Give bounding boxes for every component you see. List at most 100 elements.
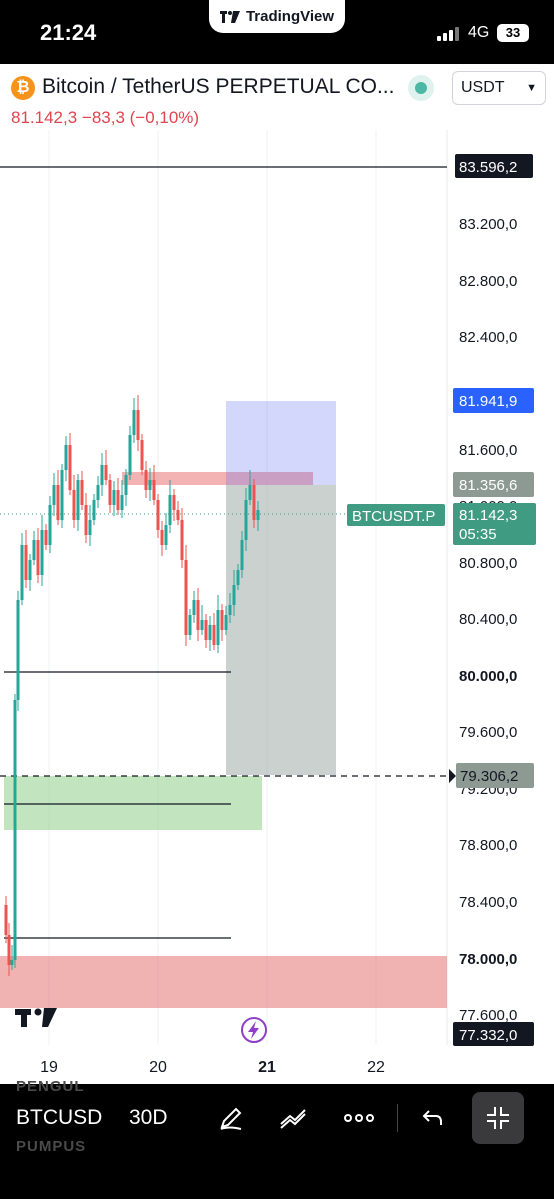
more-icon: [344, 1114, 374, 1122]
trend-lines-icon: [280, 1109, 306, 1129]
candle-body: [184, 560, 188, 635]
green-demand-zone[interactable]: [4, 776, 262, 830]
candle-body: [132, 410, 136, 435]
blue-target-zone[interactable]: [226, 401, 336, 485]
candle-body: [140, 440, 144, 470]
candle-body: [108, 480, 112, 505]
currency-select[interactable]: USDT ▼: [452, 71, 546, 105]
symbol-header: ₿ Bitcoin / TetherUS PERPETUAL CO... USD…: [0, 64, 554, 112]
candle-body: [4, 905, 8, 935]
app-pill[interactable]: TradingView: [209, 0, 345, 33]
time-tick: 19: [40, 1059, 58, 1076]
symbol-title[interactable]: Bitcoin / TetherUS PERPETUAL CO...: [42, 75, 397, 99]
price-tick: 80.800,0: [459, 555, 517, 572]
price-chart[interactable]: 83.200,0 82.800,0 82.400,0 81.600,0 81.0…: [0, 0, 554, 1199]
price-tick: 77.600,0: [459, 1007, 517, 1024]
candle-body: [72, 490, 76, 520]
symbol-button[interactable]: BTCUSD: [16, 1106, 102, 1130]
candle-body: [16, 600, 20, 700]
price-tick: 80.000,0: [459, 668, 517, 685]
candle-body: [64, 445, 68, 470]
price-tick: 82.400,0: [459, 329, 517, 346]
price-axis[interactable]: 83.200,0 82.800,0 82.400,0 81.600,0 81.0…: [459, 216, 517, 1024]
lightning-icon[interactable]: [241, 1017, 267, 1043]
candle-body: [20, 545, 24, 600]
price-tick: 82.800,0: [459, 273, 517, 290]
price-tick: 78.000,0: [459, 951, 517, 968]
currency-value: USDT: [461, 79, 505, 96]
chevron-down-icon: ▼: [526, 82, 537, 94]
candle-body: [168, 495, 172, 525]
candle-body: [124, 475, 128, 495]
time-tick: 21: [258, 1059, 276, 1076]
time-axis[interactable]: 19 20 21 22: [40, 1059, 385, 1076]
blue-level-text: 81.941,9: [459, 393, 517, 410]
candle-body: [188, 615, 192, 635]
battery-icon: 33: [497, 24, 529, 42]
top-line-price-text: 83.596,2: [459, 159, 517, 176]
grey-stop-zone[interactable]: [226, 485, 336, 775]
candle-body: [244, 500, 248, 540]
market-status-icon[interactable]: [408, 75, 434, 101]
undo-icon: [422, 1110, 442, 1125]
status-bar: 21:24 TradingView 4G 33: [0, 0, 554, 64]
clock: 21:24: [40, 20, 97, 45]
grey-level-text: 81.356,6: [459, 477, 517, 494]
price-change: 81.142,3 −83,3 (−0,10%): [11, 108, 200, 127]
candle-body: [192, 600, 196, 615]
candle-body: [80, 480, 84, 505]
collapse-icon: [487, 1107, 509, 1129]
candle-body: [32, 540, 36, 560]
time-tick: 22: [367, 1059, 385, 1076]
candle-body: [160, 530, 164, 545]
candle-body: [144, 470, 148, 490]
candle-body: [212, 625, 216, 645]
tradingview-icon: [219, 10, 240, 23]
candle-body: [52, 485, 56, 505]
candle-body: [240, 540, 244, 570]
candle-body: [200, 620, 204, 630]
candle-body: [236, 570, 240, 585]
candle-body: [220, 610, 224, 630]
tradingview-logo: [15, 1008, 57, 1027]
candle-body: [28, 560, 32, 580]
candle-body: [92, 500, 96, 520]
collapse-fullscreen-button[interactable]: [472, 1092, 524, 1144]
candle-body: [100, 465, 104, 485]
bottom-toolbar: PENGUL BTCUSD 30D PUMPUS: [0, 1078, 554, 1199]
candle-body: [104, 465, 108, 480]
candle-body: [204, 620, 208, 640]
price-tick: 79.600,0: [459, 724, 517, 741]
price-tick: 83.200,0: [459, 216, 517, 233]
network-type: 4G: [468, 24, 490, 41]
candle-body: [128, 435, 132, 475]
candle-body: [208, 625, 212, 640]
candle-body: [96, 485, 100, 500]
candle-body: [40, 530, 44, 575]
candle-body: [252, 485, 256, 520]
more-button[interactable]: [339, 1098, 379, 1138]
candle-body: [172, 495, 176, 510]
candle-body: [120, 495, 124, 510]
price-tick: 78.400,0: [459, 894, 517, 911]
undo-button[interactable]: [413, 1098, 453, 1138]
dashed-level-arrow: [449, 769, 456, 783]
candle-body: [44, 530, 48, 545]
candle-body: [48, 505, 52, 545]
bottom-level-text: 77.332,0: [459, 1027, 517, 1044]
app-pill-label: TradingView: [245, 8, 335, 25]
candle-body: [24, 545, 28, 580]
candle-body: [136, 410, 140, 440]
drawing-tool-button[interactable]: [211, 1098, 251, 1138]
interval-button[interactable]: 30D: [129, 1106, 168, 1130]
candle-body: [228, 605, 232, 615]
trend-lines-button[interactable]: [273, 1098, 313, 1138]
candle-body: [116, 490, 120, 510]
red-demand-zone[interactable]: [0, 956, 447, 1008]
candle-body: [60, 470, 64, 520]
candle-body: [180, 520, 184, 560]
candle-body: [232, 585, 236, 605]
price-tick: 81.600,0: [459, 442, 517, 459]
signal-icon: [437, 27, 459, 41]
candle-body: [248, 485, 252, 500]
